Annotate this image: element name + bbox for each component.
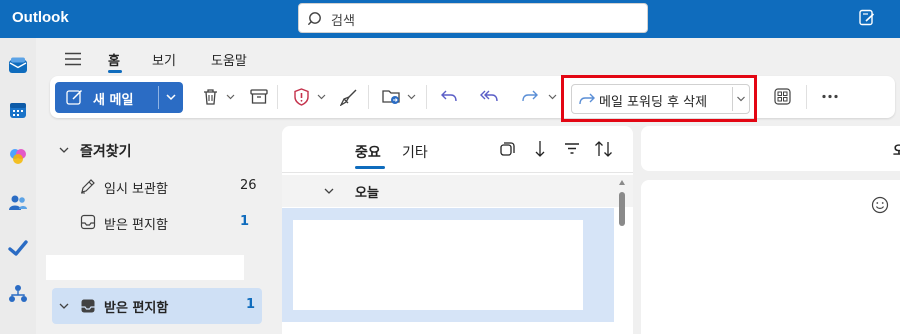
tab-focused-indicator	[355, 166, 385, 169]
chevron-down-icon[interactable]	[323, 186, 335, 196]
favorites-header[interactable]: 즐겨찾기	[80, 141, 132, 161]
highlight-box	[561, 75, 757, 122]
toolbar: 새 메일	[50, 76, 895, 118]
draft-icon	[81, 179, 95, 194]
archive-icon[interactable]	[250, 88, 268, 105]
app-rail	[0, 38, 36, 334]
search-input[interactable]: 검색	[331, 10, 355, 29]
chevron-down-icon[interactable]	[58, 145, 70, 155]
chevron-down-icon[interactable]	[548, 93, 557, 101]
inbox-count: 1	[246, 297, 256, 312]
calendar-icon[interactable]	[8, 100, 28, 120]
folder-item-inbox[interactable]: 받은 편지함 1	[52, 288, 262, 324]
compose-icon	[66, 89, 83, 105]
top-bar: Outlook 검색	[0, 0, 900, 38]
list-item[interactable]	[282, 208, 614, 322]
scrollbar-thumb[interactable]	[619, 192, 625, 226]
copilot-icon[interactable]	[8, 146, 28, 166]
todo-icon[interactable]	[8, 238, 28, 258]
inbox-icon	[80, 214, 96, 230]
report-icon[interactable]	[293, 88, 310, 106]
folder-pane: 즐겨찾기 임시 보관함 26 받은 편지함 1 받은 편지함 1	[44, 126, 272, 334]
filter-icon[interactable]	[564, 142, 580, 155]
apps-icon[interactable]	[774, 88, 791, 105]
sweep-icon[interactable]	[340, 88, 358, 106]
tab-home[interactable]: 홈	[108, 50, 120, 69]
reading-pane-title-fragment: 오	[893, 144, 900, 159]
app-title[interactable]: Outlook	[12, 9, 69, 26]
chevron-down-icon[interactable]	[226, 93, 235, 101]
new-mail-label: 새 메일	[93, 93, 134, 108]
select-icon[interactable]	[500, 142, 515, 157]
smiley-icon[interactable]	[871, 196, 889, 214]
scroll-up-icon[interactable]	[619, 180, 625, 185]
chevron-down-icon[interactable]	[165, 91, 177, 103]
tab-focused[interactable]: 중요	[355, 142, 381, 162]
search-icon	[308, 12, 321, 25]
inbox-icon	[81, 299, 95, 313]
group-today-label: 오늘	[355, 186, 379, 201]
redacted-message-preview	[293, 220, 583, 310]
reading-pane	[641, 180, 900, 334]
chevron-down-icon[interactable]	[407, 93, 416, 101]
folder-item-drafts[interactable]: 임시 보관함	[104, 178, 168, 197]
forward-icon[interactable]	[521, 88, 539, 104]
sort-icon[interactable]	[594, 140, 614, 158]
org-icon[interactable]	[8, 284, 28, 304]
inbox-label: 받은 편지함	[104, 301, 169, 316]
move-icon[interactable]	[382, 88, 401, 105]
chevron-down-icon[interactable]	[317, 93, 326, 101]
folder-item-inbox-favorite[interactable]: 받은 편지함	[104, 214, 168, 233]
redacted-folder	[46, 255, 244, 280]
people-icon[interactable]	[8, 193, 28, 213]
mail-icon[interactable]	[8, 56, 28, 76]
tab-view[interactable]: 보기	[152, 50, 176, 69]
message-list-header: 중요 기타	[282, 126, 633, 173]
tab-other[interactable]: 기타	[402, 142, 428, 162]
menu-icon[interactable]	[65, 52, 81, 66]
reply-icon[interactable]	[440, 88, 458, 104]
reply-all-icon[interactable]	[479, 88, 499, 104]
message-list: 중요 기타 오늘	[282, 126, 633, 334]
reading-pane-header: 오	[641, 126, 900, 171]
tab-home-indicator	[108, 70, 122, 73]
search-box[interactable]: 검색	[298, 3, 648, 33]
group-header-today[interactable]: 오늘	[282, 175, 633, 207]
more-icon[interactable]	[822, 94, 838, 99]
drafts-count: 26	[240, 178, 257, 193]
new-mail-button[interactable]: 새 메일	[55, 82, 183, 113]
jump-down-icon[interactable]	[534, 140, 546, 158]
tab-help[interactable]: 도움말	[211, 50, 247, 69]
notes-icon[interactable]	[858, 9, 876, 27]
inbox-favorite-count: 1	[240, 214, 250, 229]
delete-icon[interactable]	[202, 88, 219, 106]
chevron-down-icon[interactable]	[58, 301, 70, 311]
